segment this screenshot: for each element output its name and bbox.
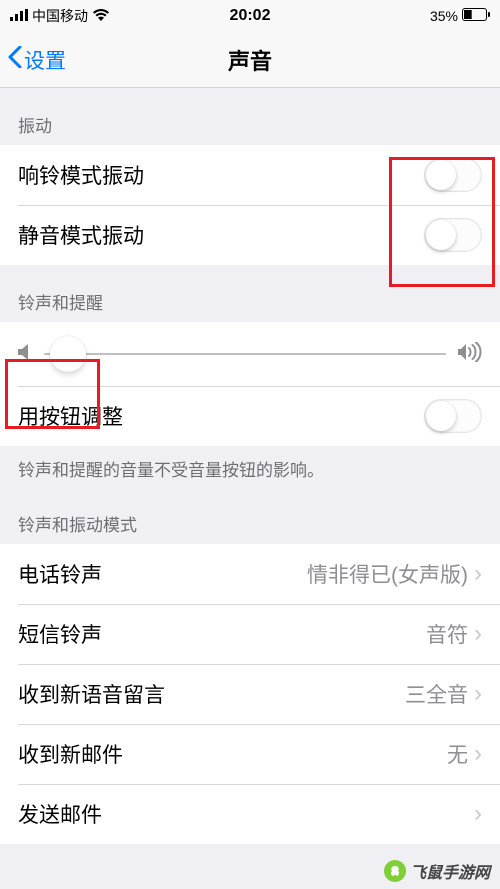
- cell-vibrate-on-silent: 静音模式振动: [0, 205, 500, 265]
- signal-icon: [10, 8, 28, 24]
- cell-label: 收到新语音留言: [18, 679, 165, 709]
- volume-slider-cell: [0, 322, 500, 386]
- watermark-icon: [384, 860, 406, 882]
- back-button[interactable]: 设置: [8, 45, 66, 75]
- cell-label: 电话铃声: [18, 559, 102, 589]
- chevron-right-icon: ›: [474, 682, 482, 706]
- volume-slider[interactable]: [44, 353, 446, 355]
- volume-mute-icon: [18, 343, 32, 366]
- section-header-ringer: 铃声和提醒: [0, 265, 500, 322]
- cell-label: 短信铃声: [18, 619, 102, 649]
- cell-value: 音符: [426, 619, 468, 649]
- cell-label: 用按钮调整: [18, 401, 123, 431]
- section-header-patterns: 铃声和振动模式: [0, 487, 500, 544]
- volume-loud-icon: [458, 342, 482, 367]
- volume-slider-thumb[interactable]: [50, 336, 86, 372]
- cell-value: 无: [447, 739, 468, 769]
- patterns-group: 电话铃声 情非得已(女声版) › 短信铃声 音符 › 收到新语音留言 三全音 ›…: [0, 544, 500, 844]
- statusbar-time: 20:02: [230, 7, 271, 25]
- cell-change-with-buttons: 用按钮调整: [0, 386, 500, 446]
- cell-text-tone[interactable]: 短信铃声 音符 ›: [0, 604, 500, 664]
- chevron-right-icon: ›: [474, 742, 482, 766]
- vibration-group: 响铃模式振动 静音模式振动: [0, 145, 500, 265]
- watermark-text: 飞鼠手游网: [410, 859, 490, 883]
- navigation-bar: 设置 声音: [0, 32, 500, 88]
- status-bar: 中国移动 20:02 35%: [0, 0, 500, 32]
- wifi-icon: [92, 8, 110, 24]
- chevron-left-icon: [8, 46, 22, 74]
- cell-label: 静音模式振动: [18, 220, 144, 250]
- cell-new-voicemail[interactable]: 收到新语音留言 三全音 ›: [0, 664, 500, 724]
- page-title: 声音: [228, 44, 272, 76]
- cell-value: 情非得已(女声版): [307, 559, 468, 589]
- cell-new-mail[interactable]: 收到新邮件 无 ›: [0, 724, 500, 784]
- switch-vibrate-on-ring[interactable]: [424, 158, 482, 192]
- back-label: 设置: [24, 45, 66, 75]
- cell-label: 发送邮件: [18, 799, 102, 829]
- battery-icon: [462, 8, 490, 24]
- cell-vibrate-on-ring: 响铃模式振动: [0, 145, 500, 205]
- chevron-right-icon: ›: [474, 622, 482, 646]
- section-footer-ringer: 铃声和提醒的音量不受音量按钮的影响。: [0, 446, 500, 487]
- chevron-right-icon: ›: [474, 802, 482, 826]
- cell-label: 响铃模式振动: [18, 160, 144, 190]
- carrier-label: 中国移动: [32, 6, 88, 26]
- switch-change-with-buttons[interactable]: [424, 399, 482, 433]
- switch-vibrate-on-silent[interactable]: [424, 218, 482, 252]
- chevron-right-icon: ›: [474, 562, 482, 586]
- ringer-group: 用按钮调整: [0, 322, 500, 446]
- cell-value: 三全音: [405, 679, 468, 709]
- cell-label: 收到新邮件: [18, 739, 123, 769]
- section-header-vibration: 振动: [0, 88, 500, 145]
- cell-ringtone[interactable]: 电话铃声 情非得已(女声版) ›: [0, 544, 500, 604]
- battery-pct-label: 35%: [430, 8, 458, 24]
- watermark: 飞鼠手游网: [384, 859, 490, 883]
- cell-sent-mail[interactable]: 发送邮件 ›: [0, 784, 500, 844]
